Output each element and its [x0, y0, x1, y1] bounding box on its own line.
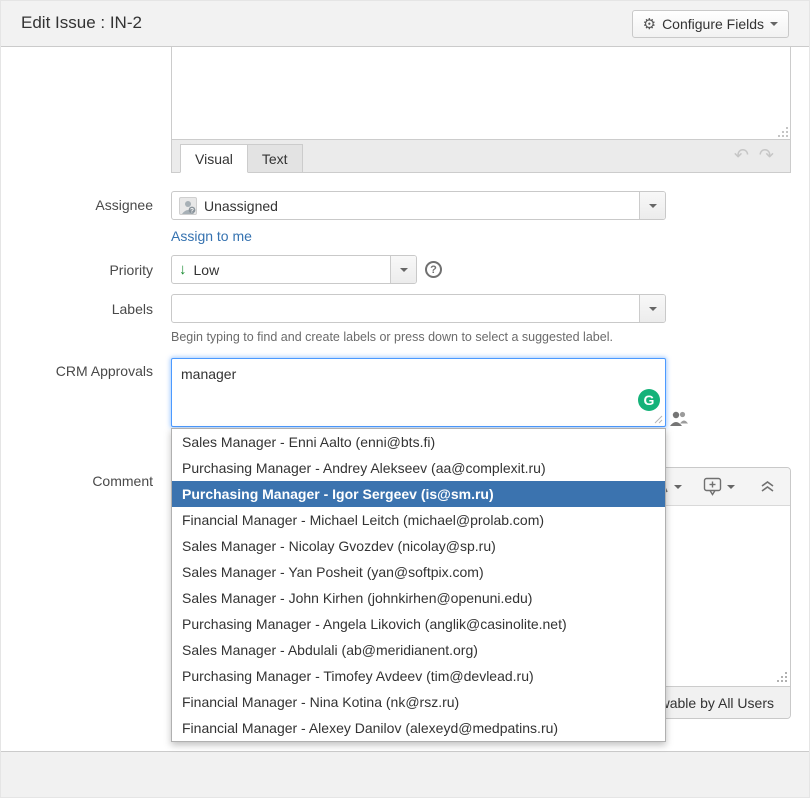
- undo-icon[interactable]: ↶: [734, 145, 749, 166]
- insert-content-button[interactable]: [703, 477, 735, 497]
- crm-approvals-input[interactable]: manager G: [171, 358, 666, 427]
- textarea-resize-grip[interactable]: [653, 414, 663, 424]
- assignee-value: Unassigned: [204, 198, 278, 214]
- chevron-down-icon: [674, 485, 682, 489]
- chevron-down-icon: [727, 485, 735, 489]
- crm-approvals-label: CRM Approvals: [1, 363, 153, 379]
- priority-label: Priority: [1, 262, 153, 278]
- tab-visual[interactable]: Visual: [180, 144, 248, 173]
- comment-resize-grip[interactable]: [777, 672, 787, 682]
- priority-value: Low: [194, 262, 220, 278]
- comment-label: Comment: [1, 473, 153, 489]
- priority-low-icon: ↓: [179, 262, 187, 277]
- dialog-header: Edit Issue : IN-2 ⚙ Configure Fields: [1, 1, 809, 47]
- avatar-placeholder-icon: ?: [179, 197, 197, 215]
- suggestion-item[interactable]: Sales Manager - John Kirhen (johnkirhen@…: [172, 585, 665, 611]
- configure-fields-label: Configure Fields: [662, 16, 764, 32]
- chevron-down-icon: [649, 204, 657, 208]
- suggestion-item[interactable]: Financial Manager - Alexey Danilov (alex…: [172, 715, 665, 741]
- labels-dropdown-button[interactable]: [639, 295, 665, 322]
- editor-history-controls: ↶ ↷: [734, 145, 774, 166]
- assignee-select[interactable]: ? Unassigned: [171, 191, 666, 220]
- dialog-footer: ✻ Update Cancel: [1, 751, 809, 798]
- suggestion-item[interactable]: Purchasing Manager - Timofey Avdeev (tim…: [172, 663, 665, 689]
- assign-to-me-link[interactable]: Assign to me: [171, 228, 252, 244]
- editor-tabbar: Visual Text ↶ ↷: [171, 139, 791, 173]
- suggestion-item[interactable]: Purchasing Manager - Angela Likovich (an…: [172, 611, 665, 637]
- chevron-down-icon: [770, 22, 778, 26]
- description-editor-area[interactable]: [171, 47, 791, 139]
- crm-approvals-value: manager: [181, 366, 236, 382]
- suggestion-item[interactable]: Sales Manager - Abdulali (ab@meridianent…: [172, 637, 665, 663]
- suggestion-item[interactable]: Purchasing Manager - Andrey Alekseev (aa…: [172, 455, 665, 481]
- suggestion-item[interactable]: Sales Manager - Enni Aalto (enni@bts.fi): [172, 429, 665, 455]
- page-title: Edit Issue : IN-2: [21, 13, 142, 33]
- chevron-down-icon: [400, 268, 408, 272]
- assignee-dropdown-button[interactable]: [639, 192, 665, 219]
- gear-icon: ⚙: [643, 17, 656, 32]
- suggestion-item[interactable]: Financial Manager - Nina Kotina (nk@rsz.…: [172, 689, 665, 715]
- configure-fields-button[interactable]: ⚙ Configure Fields: [632, 10, 789, 38]
- assignee-label: Assignee: [1, 197, 153, 213]
- priority-dropdown-button[interactable]: [390, 256, 416, 283]
- labels-help-text: Begin typing to find and create labels o…: [171, 330, 613, 344]
- labels-select[interactable]: [171, 294, 666, 323]
- help-icon[interactable]: ?: [425, 261, 442, 278]
- labels-label: Labels: [1, 301, 153, 317]
- user-picker-icon[interactable]: [669, 410, 688, 427]
- grammarly-icon[interactable]: G: [638, 389, 660, 411]
- redo-icon[interactable]: ↷: [759, 145, 774, 166]
- tab-text[interactable]: Text: [248, 144, 303, 173]
- edit-issue-dialog: Edit Issue : IN-2 ⚙ Configure Fields Vis…: [0, 0, 810, 798]
- suggestion-item[interactable]: Purchasing Manager - Igor Sergeev (is@sm…: [172, 481, 665, 507]
- chevron-down-icon: [649, 307, 657, 311]
- editor-resize-grip[interactable]: [778, 127, 788, 137]
- svg-text:?: ?: [190, 207, 194, 214]
- crm-suggestions-dropdown: Sales Manager - Enni Aalto (enni@bts.fi)…: [171, 428, 666, 742]
- priority-select[interactable]: ↓ Low: [171, 255, 417, 284]
- collapse-toolbar-button[interactable]: [760, 480, 775, 493]
- suggestion-item[interactable]: Financial Manager - Michael Leitch (mich…: [172, 507, 665, 533]
- suggestion-item[interactable]: Sales Manager - Nicolay Gvozdev (nicolay…: [172, 533, 665, 559]
- suggestion-item[interactable]: Sales Manager - Yan Posheit (yan@softpix…: [172, 559, 665, 585]
